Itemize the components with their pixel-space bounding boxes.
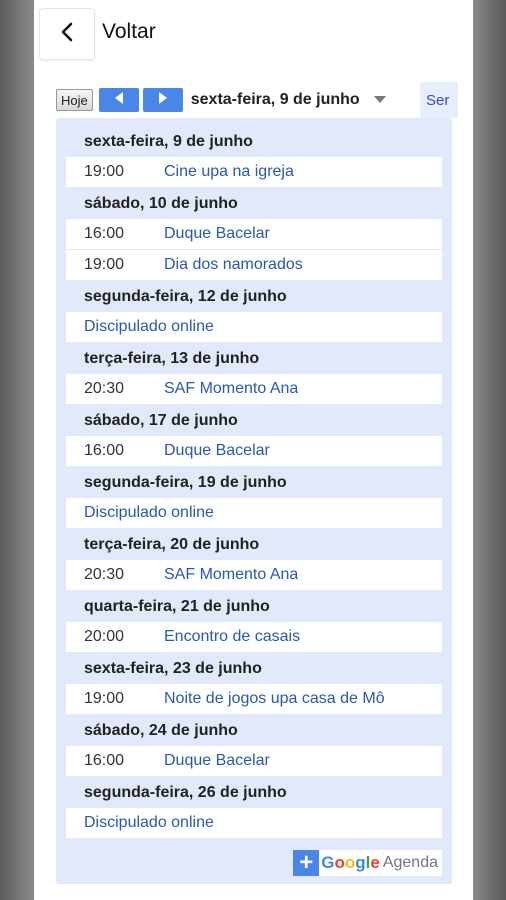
current-date: sexta-feira, 9 de junho: [190, 91, 360, 108]
google-calendar-link[interactable]: + Google Agenda: [293, 850, 442, 876]
event-row[interactable]: 20:00 Encontro de casais: [66, 622, 442, 653]
day-header: sábado, 17 de junho: [84, 411, 238, 429]
event-row[interactable]: 16:00 Duque Bacelar: [66, 436, 442, 467]
event-row[interactable]: 19:00 Cine upa na igreja: [66, 157, 442, 188]
event-row[interactable]: Discipulado online: [66, 312, 442, 343]
event-row[interactable]: 16:00 Duque Bacelar: [66, 746, 442, 777]
background-left: [0, 0, 34, 900]
calendar-toolbar: Hoje sexta-feira, 9 de junho: [56, 86, 476, 114]
day-header: segunda-feira, 19 de junho: [84, 473, 287, 491]
dropdown-caret-icon: [373, 91, 386, 109]
event-title[interactable]: Discipulado online: [66, 318, 214, 336]
plus-icon: +: [293, 850, 320, 876]
background-right: [473, 0, 506, 900]
event-time: 16:00: [84, 225, 125, 242]
agenda-list: sexta-feira, 9 de junho 19:00 Cine upa na …: [66, 126, 442, 839]
event-time: 19:00: [84, 690, 125, 707]
prev-button[interactable]: [98, 88, 139, 112]
event-time: 16:00: [84, 442, 125, 459]
event-time: 20:00: [84, 628, 125, 645]
event-row[interactable]: 16:00 Duque Bacelar: [66, 219, 442, 250]
day-header: terça-feira, 20 de junho: [84, 535, 260, 553]
google-logo: Google: [321, 853, 380, 872]
next-button[interactable]: [142, 88, 183, 112]
event-row[interactable]: Discipulado online: [66, 808, 442, 839]
event-title[interactable]: SAF Momento Ana: [164, 566, 298, 584]
day-header: terça-feira, 13 de junho: [84, 349, 260, 367]
today-button[interactable]: Hoje: [56, 89, 93, 111]
event-title[interactable]: Encontro de casais: [164, 628, 300, 646]
date-selector[interactable]: sexta-feira, 9 de junho: [191, 91, 386, 109]
event-title[interactable]: Noite de jogos upa casa de Mô: [164, 690, 385, 708]
event-row[interactable]: 20:30 SAF Momento Ana: [66, 374, 442, 405]
back-label: Voltar: [102, 20, 156, 43]
event-title[interactable]: Duque Bacelar: [164, 442, 270, 460]
main-panel: Voltar Hoje sexta-feira, 9 de junho Ser …: [34, 0, 473, 900]
event-time: 16:00: [84, 752, 125, 769]
day-header: sábado, 24 de junho: [84, 721, 238, 739]
tab-week[interactable]: Ser: [420, 82, 458, 118]
event-time: 20:30: [84, 566, 125, 583]
day-header: sábado, 10 de junho: [84, 194, 238, 212]
triangle-right-icon: [158, 91, 168, 109]
event-title[interactable]: Discipulado online: [66, 504, 214, 522]
event-time: 19:00: [84, 163, 125, 180]
event-title[interactable]: Discipulado online: [66, 814, 214, 832]
day-header: sexta-feira, 9 de junho: [84, 132, 253, 150]
event-time: 19:00: [84, 256, 125, 273]
event-title[interactable]: Duque Bacelar: [164, 225, 270, 243]
event-row[interactable]: 20:30 SAF Momento Ana: [66, 560, 442, 591]
event-row[interactable]: 19:00 Noite de jogos upa casa de Mô: [66, 684, 442, 715]
event-row[interactable]: Discipulado online: [66, 498, 442, 529]
day-header: segunda-feira, 12 de junho: [84, 287, 287, 305]
event-title[interactable]: Duque Bacelar: [164, 752, 270, 770]
day-header: sexta-feira, 23 de junho: [84, 659, 262, 677]
agenda-label: Agenda: [382, 854, 438, 871]
triangle-left-icon: [114, 91, 124, 109]
chevron-left-icon: [60, 22, 74, 47]
event-row[interactable]: 19:00 Dia dos namorados: [66, 250, 442, 281]
agenda-view: sexta-feira, 9 de junho 19:00 Cine upa na …: [56, 118, 452, 884]
event-title[interactable]: SAF Momento Ana: [164, 380, 298, 398]
event-title[interactable]: Cine upa na igreja: [164, 163, 294, 181]
day-header: quarta-feira, 21 de junho: [84, 597, 270, 615]
event-time: 20:30: [84, 380, 125, 397]
day-header: segunda-feira, 26 de junho: [84, 783, 287, 801]
event-title[interactable]: Dia dos namorados: [164, 256, 303, 274]
back-button[interactable]: [39, 8, 95, 60]
